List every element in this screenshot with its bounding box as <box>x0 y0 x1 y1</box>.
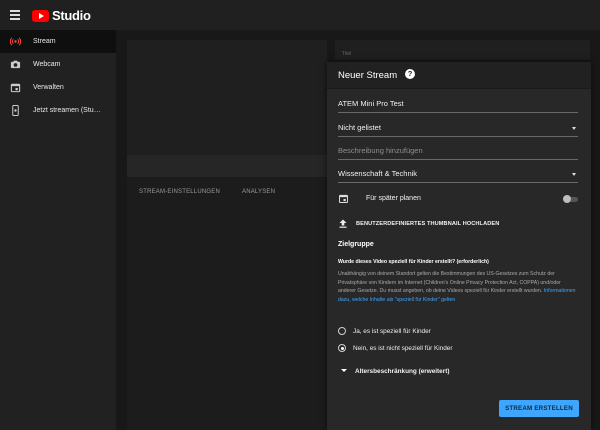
thumbnail-upload-button[interactable]: BENUTZERDEFINIERTES THUMBNAIL HOCHLADEN <box>338 219 578 231</box>
sidebar-item-label: Verwalten <box>33 84 64 91</box>
sidebar-item-jetzt-streamen[interactable]: Jetzt streamen (Stu… <box>0 99 116 122</box>
description-placeholder: Beschreibung hinzufügen <box>338 146 423 155</box>
schedule-label: Für später planen <box>366 195 421 202</box>
logo-text: Studio <box>52 8 91 23</box>
stream-title-area <box>335 40 590 60</box>
sidebar-item-label: Stream <box>33 38 56 45</box>
dialog-header: Neuer Stream ? <box>327 62 591 89</box>
background-title-label: Titel <box>342 51 352 57</box>
youtube-play-icon <box>32 9 49 22</box>
title-field[interactable]: ATEM Mini Pro Test <box>338 98 578 113</box>
radio-label: Nein, es ist nicht speziell für Kinder <box>353 344 453 352</box>
chevron-down-icon <box>572 173 576 176</box>
audience-heading: Zielgruppe <box>338 241 374 248</box>
sidebar-item-webcam[interactable]: Webcam <box>0 53 116 76</box>
stream-preview <box>127 40 327 155</box>
calendar-icon <box>339 194 348 203</box>
create-stream-button[interactable]: STREAM ERSTELLEN <box>499 400 579 417</box>
title-field-value: ATEM Mini Pro Test <box>338 99 404 108</box>
sidebar: Stream Webcam Verwalten Jetzt streamen (… <box>0 30 116 430</box>
help-icon[interactable]: ? <box>405 69 415 79</box>
calendar-icon <box>10 83 21 93</box>
menu-icon[interactable] <box>10 10 20 20</box>
sidebar-item-stream[interactable]: Stream <box>0 30 116 53</box>
age-restriction-expander[interactable]: Altersbeschränkung (erweitert) <box>338 367 578 377</box>
preview-info-bar <box>127 155 327 177</box>
radio-checked-icon[interactable] <box>338 344 346 352</box>
top-bar: Studio <box>0 0 600 30</box>
age-restriction-label: Altersbeschränkung (erweitert) <box>355 367 450 375</box>
new-stream-dialog: Neuer Stream ? ATEM Mini Pro Test Nicht … <box>327 62 591 430</box>
radio-unchecked-icon[interactable] <box>338 327 346 335</box>
chevron-down-icon <box>572 127 576 130</box>
description-field[interactable]: Beschreibung hinzufügen <box>338 145 578 160</box>
tab-stream-einstellungen[interactable]: STREAM-EINSTELLUNGEN <box>139 189 220 195</box>
sidebar-item-label: Jetzt streamen (Stu… <box>33 107 101 114</box>
dialog-title: Neuer Stream <box>338 70 398 81</box>
thumbnail-upload-label: BENUTZERDEFINIERTES THUMBNAIL HOCHLADEN <box>356 220 500 227</box>
schedule-toggle[interactable] <box>563 195 578 203</box>
upload-icon <box>339 219 347 228</box>
phone-stream-icon <box>12 105 19 116</box>
camera-icon <box>10 60 21 69</box>
radio-label: Ja, es ist speziell für Kinder <box>353 327 431 335</box>
radio-option-ja[interactable]: Ja, es ist speziell für Kinder <box>338 327 578 337</box>
radio-option-nein[interactable]: Nein, es ist nicht speziell für Kinder <box>338 344 578 354</box>
schedule-row: Für später planen <box>338 194 578 208</box>
visibility-select-value: Nicht gelistet <box>338 123 381 132</box>
settings-panel <box>127 177 327 430</box>
audience-question: Wurde dieses Video speziell für Kinder e… <box>338 259 489 265</box>
studio-logo[interactable]: Studio <box>32 8 91 23</box>
tab-analysen[interactable]: ANALYSEN <box>242 189 275 195</box>
category-select-value: Wissenschaft & Technik <box>338 169 418 178</box>
visibility-select[interactable]: Nicht gelistet <box>338 122 578 137</box>
category-select[interactable]: Wissenschaft & Technik <box>338 168 578 183</box>
audience-body-text: Unabhängig von deinem Standort gelten di… <box>338 271 561 294</box>
broadcast-icon <box>10 37 21 46</box>
sidebar-item-verwalten[interactable]: Verwalten <box>0 76 116 99</box>
audience-description: Unabhängig von deinem Standort gelten di… <box>338 270 576 304</box>
chevron-down-icon <box>341 369 347 372</box>
sidebar-item-label: Webcam <box>33 61 61 68</box>
